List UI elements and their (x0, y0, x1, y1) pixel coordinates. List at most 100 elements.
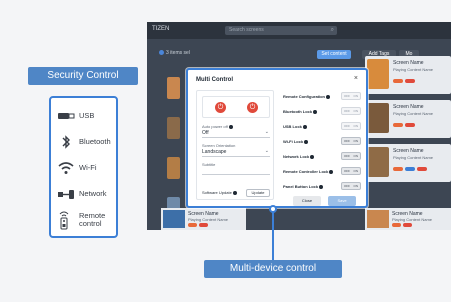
lock-toggle[interactable]: OFF ON (341, 152, 361, 160)
security-item-wifi: Wi-Fi (55, 156, 117, 182)
security-item-bluetooth: Bluetooth (55, 130, 117, 156)
content-name: Playing Content Name (188, 217, 229, 222)
status-badge (417, 167, 427, 171)
screen-card[interactable]: Screen Name Playing Content Name (365, 100, 451, 138)
subtitle-label: Subtitle (202, 162, 216, 167)
screen-thumbnail[interactable] (167, 157, 180, 179)
multi-control-dialog: Multi Control × ⏻ ⏻ Auto power off Off ⌄ … (186, 68, 368, 208)
security-item-label: Wi-Fi (79, 163, 97, 172)
software-update-label: Software Update (202, 190, 237, 195)
security-item-remote-control: Remote control (55, 208, 117, 234)
screen-thumbnail (163, 210, 185, 228)
screen-thumbnail (367, 147, 389, 177)
status-badge (188, 223, 197, 227)
security-item-label: USB (79, 111, 95, 120)
lock-toggle[interactable]: OFF ON (341, 182, 361, 190)
search-placeholder: Search screens (229, 27, 264, 33)
selection-count: 3 items sel (159, 50, 190, 56)
info-icon (232, 190, 237, 195)
lock-label: USB Lock (283, 124, 307, 129)
info-icon (302, 124, 307, 129)
lock-label: Wi-Fi Lock (283, 139, 309, 144)
info-icon (304, 139, 309, 144)
screen-orientation-label: Screen Orientation (202, 143, 236, 148)
lock-toggle[interactable]: OFF ON (341, 107, 361, 115)
status-badge (405, 123, 415, 127)
screen-thumbnail[interactable] (167, 77, 180, 99)
status-badge (393, 79, 403, 83)
screen-name: Screen Name (393, 60, 424, 66)
lock-label: Network Lock (283, 154, 315, 159)
search-icon: ⌕ (330, 27, 334, 33)
lock-row-network: Network Lock OFF ON (283, 152, 361, 162)
content-name: Playing Content Name (392, 217, 433, 222)
security-item-label: Remote control (79, 211, 106, 228)
info-icon (326, 94, 330, 99)
screen-name: Screen Name (393, 148, 424, 154)
screen-card[interactable]: Screen Name Playing Content Name (365, 208, 451, 230)
connector-dot (269, 205, 277, 213)
lock-toggle[interactable]: OFF ON (341, 167, 361, 175)
app-header: TIZEN Search screens ⌕ (147, 22, 451, 39)
screen-thumbnail[interactable] (167, 117, 180, 139)
usb-icon (58, 113, 75, 119)
lock-label: Remote Controller Lock (283, 169, 334, 174)
lock-toggle[interactable]: OFF ON (341, 92, 361, 100)
power-on-button[interactable]: ⏻ (215, 102, 226, 113)
auto-power-off-label: Auto power off (202, 124, 233, 129)
settings-panel: ⏻ ⏻ Auto power off Off ⌄ Screen Orientati… (196, 90, 274, 200)
lock-label: Bluetooth Lock (283, 109, 318, 114)
power-controls: ⏻ ⏻ (202, 96, 270, 118)
multi-device-control-label: Multi-device control (204, 260, 342, 278)
content-name: Playing Content Name (393, 67, 434, 72)
lock-label: Panel Button Lock (283, 184, 324, 189)
security-item-label: Network (79, 189, 107, 198)
screen-orientation-select[interactable]: Landscape ⌄ (202, 148, 270, 157)
screen-thumbnail (367, 210, 389, 228)
lock-row-usb: USB Lock OFF ON (283, 122, 361, 132)
software-update-row: Software Update Update (202, 189, 270, 197)
info-icon (228, 124, 233, 129)
lock-row-remote-configuration: Remote Configuration OFF ON (283, 92, 361, 102)
power-off-button[interactable]: ⏻ (247, 102, 258, 113)
dialog-title: Multi Control (196, 77, 233, 83)
content-name: Playing Content Name (393, 111, 434, 116)
screen-card[interactable]: Screen Name Playing Content Name (365, 144, 451, 182)
status-badge (393, 167, 403, 171)
save-button[interactable]: Save (328, 196, 356, 206)
status-badge (405, 167, 415, 171)
status-badge (405, 79, 415, 83)
screen-card[interactable]: Screen Name Playing Content Name (161, 208, 246, 230)
subtitle-field[interactable] (202, 168, 270, 175)
close-button[interactable]: Close (293, 196, 321, 206)
content-name: Playing Content Name (393, 155, 434, 160)
screen-card[interactable]: Screen Name Playing Content Name (365, 56, 451, 94)
search-input[interactable]: Search screens ⌕ (225, 26, 337, 35)
lock-row-wifi: Wi-Fi Lock OFF ON (283, 137, 361, 147)
security-item-network: Network (55, 182, 117, 208)
lock-row-bluetooth: Bluetooth Lock OFF ON (283, 107, 361, 117)
security-control-heading: Security Control (28, 67, 138, 85)
close-icon[interactable]: × (354, 75, 358, 82)
lock-row-panel-button: Panel Button Lock OFF ON (283, 182, 361, 192)
lock-label: Remote Configuration (283, 94, 330, 99)
security-item-label: Bluetooth (79, 137, 111, 146)
security-item-usb: USB (55, 104, 117, 130)
info-icon (329, 169, 334, 174)
chevron-down-icon: ⌄ (264, 148, 269, 154)
update-button[interactable]: Update (246, 189, 270, 197)
lock-row-remote-controller: Remote Controller Lock OFF ON (283, 167, 361, 177)
chevron-down-icon: ⌄ (264, 129, 269, 135)
security-control-panel: USB Bluetooth Wi-Fi Network Remote contr… (49, 96, 118, 238)
set-content-button[interactable]: Set content (317, 50, 351, 59)
screen-thumbnail (367, 103, 389, 133)
screen-name: Screen Name (393, 104, 424, 110)
screen-thumbnail (367, 59, 389, 89)
lock-toggle[interactable]: OFF ON (341, 137, 361, 145)
auto-power-off-select[interactable]: Off ⌄ (202, 129, 270, 138)
info-icon (319, 184, 324, 189)
connector-line (272, 209, 274, 261)
app-brand: TIZEN (152, 26, 170, 32)
status-badge (403, 223, 412, 227)
lock-toggle[interactable]: OFF ON (341, 122, 361, 130)
